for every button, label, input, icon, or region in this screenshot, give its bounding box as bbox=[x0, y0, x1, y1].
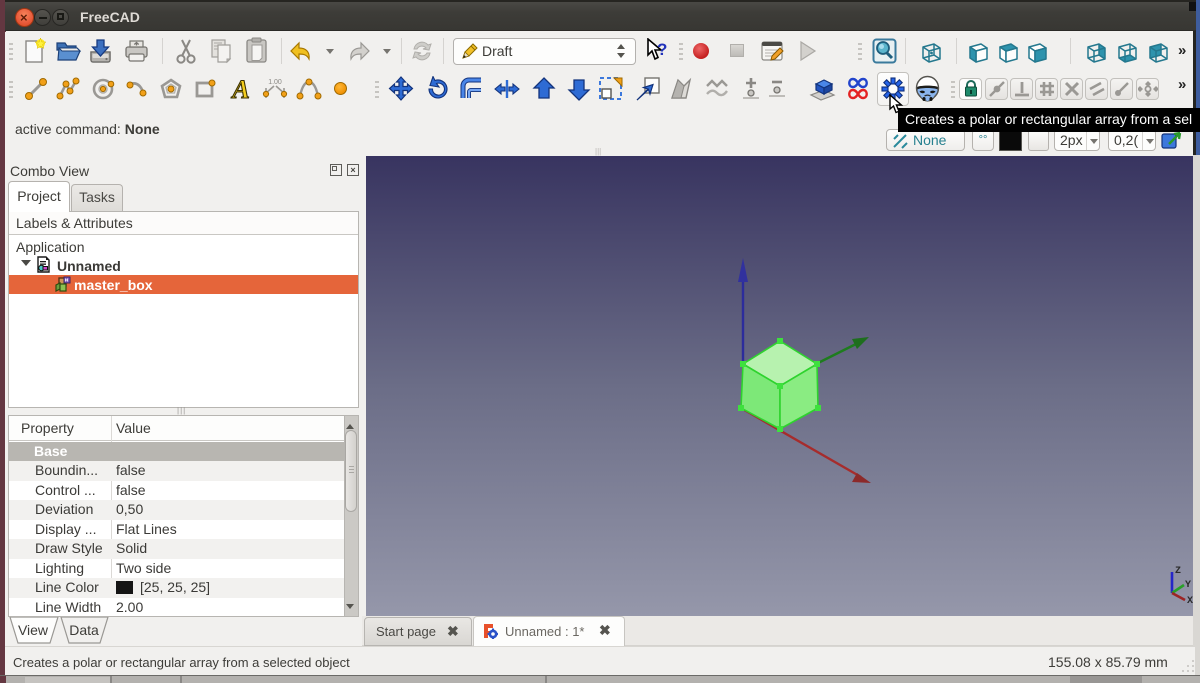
svg-text:Z: Z bbox=[1175, 566, 1181, 577]
svg-text:X: X bbox=[1187, 596, 1193, 607]
svg-text:Y: Y bbox=[1185, 580, 1191, 591]
svg-text:1.00: 1.00 bbox=[268, 79, 282, 86]
svg-text:View: View bbox=[18, 622, 49, 638]
svg-text:?: ? bbox=[657, 40, 667, 59]
svg-text:A: A bbox=[230, 76, 249, 102]
svg-text:Data: Data bbox=[69, 622, 99, 638]
